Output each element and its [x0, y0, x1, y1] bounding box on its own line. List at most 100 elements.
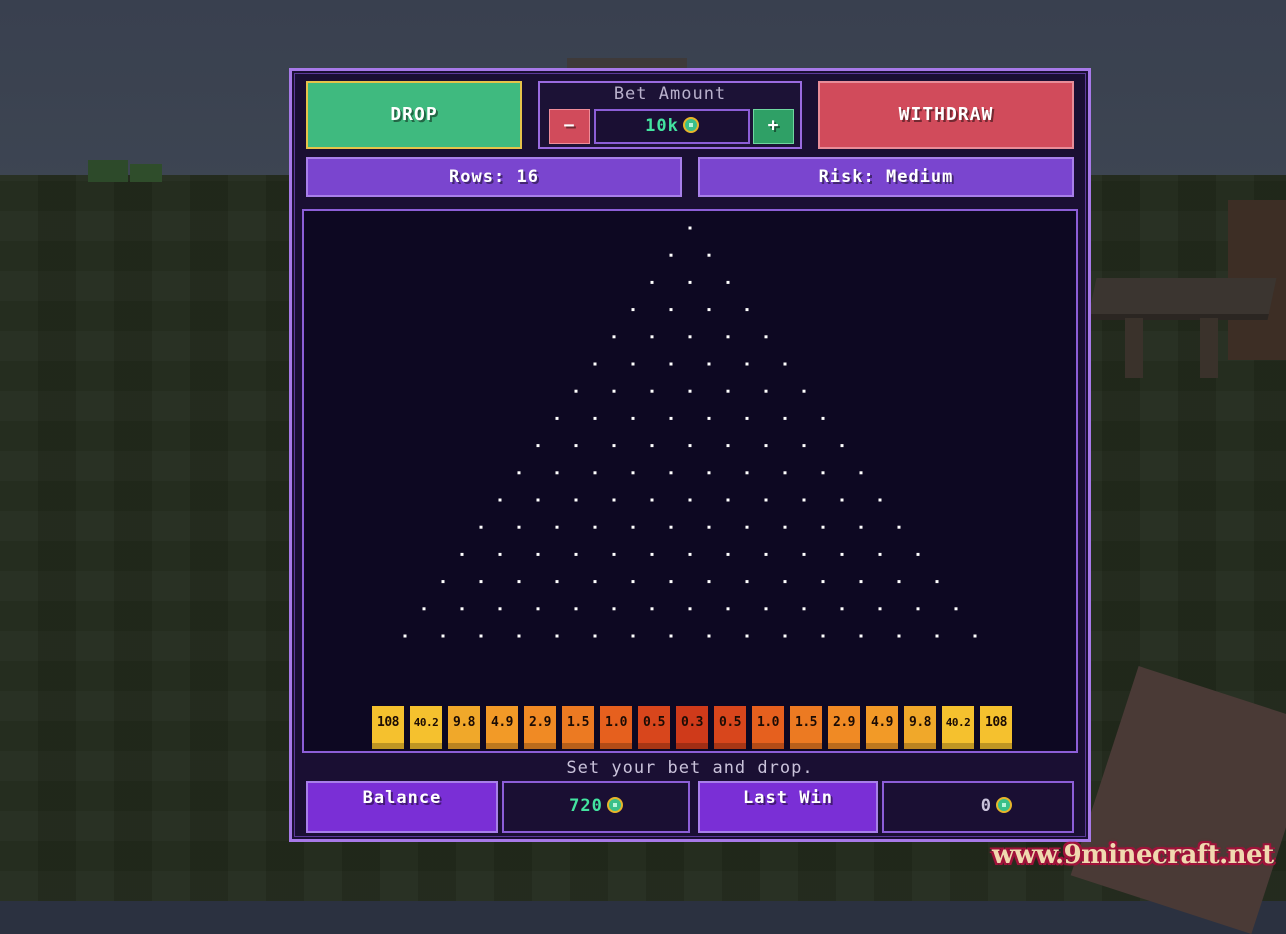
- peg: [612, 552, 616, 556]
- withdraw-button[interactable]: WITHDRAW: [818, 81, 1074, 149]
- peg: [726, 335, 730, 339]
- peg: [669, 308, 673, 312]
- bush: [88, 160, 128, 182]
- peg: [878, 607, 882, 611]
- balance-value: 720: [569, 796, 603, 816]
- peg: [935, 580, 939, 584]
- peg: [536, 607, 540, 611]
- peg: [707, 253, 711, 257]
- risk-selector-button[interactable]: Risk: Medium: [698, 157, 1074, 197]
- peg: [593, 580, 597, 584]
- bet-increase-button[interactable]: +: [753, 109, 794, 144]
- multiplier-slot: 1.0: [752, 706, 784, 749]
- peg: [669, 253, 673, 257]
- peg: [612, 498, 616, 502]
- peg: [498, 607, 502, 611]
- peg: [802, 498, 806, 502]
- peg: [783, 416, 787, 420]
- multiplier-slot: 4.9: [866, 706, 898, 749]
- peg: [726, 607, 730, 611]
- peg: [840, 444, 844, 448]
- multiplier-slot: 2.9: [828, 706, 860, 749]
- peg: [840, 498, 844, 502]
- multiplier-slot: 9.8: [904, 706, 936, 749]
- peg: [479, 525, 483, 529]
- peg: [745, 525, 749, 529]
- table-leg: [1200, 318, 1218, 378]
- multiplier-slot: 0.5: [714, 706, 746, 749]
- peg: [821, 416, 825, 420]
- peg: [460, 552, 464, 556]
- multiplier-slot: 40.2: [410, 706, 442, 749]
- peg: [650, 335, 654, 339]
- peg: [574, 498, 578, 502]
- bet-amount-field[interactable]: 10k: [594, 109, 750, 144]
- multiplier-slot: 1.5: [562, 706, 594, 749]
- multiplier-slot: 2.9: [524, 706, 556, 749]
- peg: [536, 444, 540, 448]
- peg: [612, 335, 616, 339]
- emerald-coin-icon: [682, 117, 699, 133]
- peg: [935, 634, 939, 638]
- peg: [612, 607, 616, 611]
- peg: [536, 498, 540, 502]
- peg: [593, 362, 597, 366]
- peg: [764, 607, 768, 611]
- peg: [802, 444, 806, 448]
- balance-label: Balance: [306, 781, 498, 833]
- peg: [897, 580, 901, 584]
- peg: [650, 280, 654, 284]
- peg: [555, 471, 559, 475]
- peg: [859, 525, 863, 529]
- peg: [593, 525, 597, 529]
- peg: [688, 389, 692, 393]
- peg: [403, 634, 407, 638]
- peg: [745, 471, 749, 475]
- peg: [517, 525, 521, 529]
- peg: [688, 498, 692, 502]
- peg: [688, 280, 692, 284]
- peg: [897, 634, 901, 638]
- peg: [498, 498, 502, 502]
- peg: [726, 498, 730, 502]
- rows-selector-button[interactable]: Rows: 16: [306, 157, 682, 197]
- peg: [555, 416, 559, 420]
- peg: [669, 362, 673, 366]
- peg: [859, 634, 863, 638]
- balance-display: 720: [502, 781, 690, 833]
- peg: [745, 580, 749, 584]
- peg: [688, 335, 692, 339]
- peg: [745, 416, 749, 420]
- peg: [650, 552, 654, 556]
- peg: [517, 634, 521, 638]
- peg: [707, 580, 711, 584]
- peg: [916, 607, 920, 611]
- peg: [460, 607, 464, 611]
- peg: [916, 552, 920, 556]
- peg: [612, 444, 616, 448]
- peg: [574, 389, 578, 393]
- multiplier-slot: 108: [980, 706, 1012, 749]
- bet-decrease-button[interactable]: −: [549, 109, 590, 144]
- peg: [802, 607, 806, 611]
- table-block: [1087, 278, 1277, 320]
- emerald-coin-icon: [996, 797, 1012, 813]
- peg: [764, 444, 768, 448]
- peg: [631, 525, 635, 529]
- peg: [878, 498, 882, 502]
- peg: [688, 226, 692, 230]
- peg: [821, 525, 825, 529]
- peg: [707, 525, 711, 529]
- peg: [859, 580, 863, 584]
- peg: [707, 362, 711, 366]
- peg: [707, 471, 711, 475]
- multiplier-slot: 9.8: [448, 706, 480, 749]
- bet-amount-label: Bet Amount: [613, 84, 727, 104]
- peg: [650, 389, 654, 393]
- peg: [764, 335, 768, 339]
- peg-field: [403, 226, 977, 638]
- peg: [669, 580, 673, 584]
- multiplier-slot: 0.3: [676, 706, 708, 749]
- drop-button[interactable]: DROP: [306, 81, 522, 149]
- bet-amount-value: 10k: [645, 116, 679, 136]
